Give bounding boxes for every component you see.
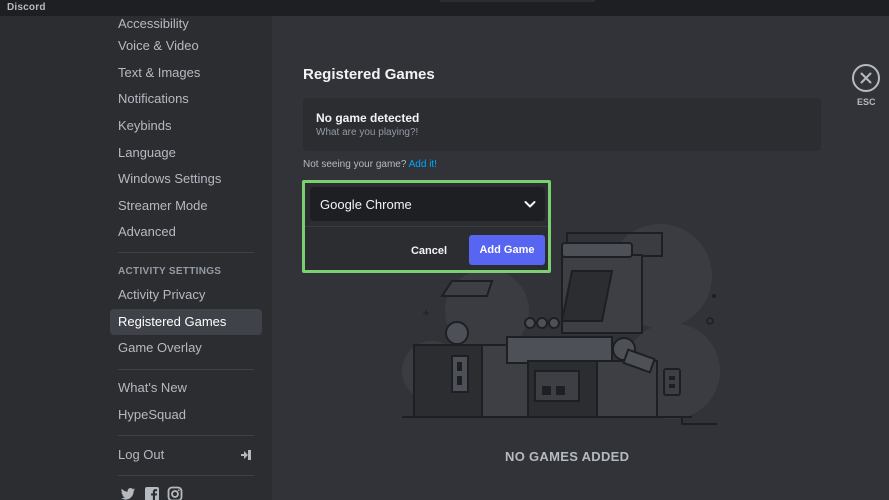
sidebar-separator (118, 369, 254, 370)
sidebar-item-notifications[interactable]: Notifications (110, 86, 262, 112)
logout-button[interactable]: Log Out (110, 442, 262, 468)
detect-title: No game detected (316, 111, 420, 125)
logout-label: Log Out (118, 447, 165, 462)
detect-subtitle: What are you playing?! (316, 127, 419, 138)
title-bar: Discord (0, 0, 889, 16)
empty-state-label: NO GAMES ADDED (505, 449, 630, 464)
sidebar-item-language[interactable]: Language (110, 140, 262, 166)
not-seeing-text: Not seeing your game? Add it! (303, 159, 437, 170)
sidebar-separator (118, 475, 254, 476)
not-seeing-label: Not seeing your game? (303, 159, 407, 170)
game-detection-box: No game detected What are you playing?! (303, 98, 821, 151)
twitter-icon[interactable] (120, 486, 136, 500)
sidebar-item-keybinds[interactable]: Keybinds (110, 113, 262, 139)
sidebar-item-registered-games[interactable]: Registered Games (110, 309, 262, 335)
logout-icon (241, 450, 251, 460)
svg-text:+: + (422, 308, 430, 319)
sidebar-item-activity-privacy[interactable]: Activity Privacy (110, 282, 262, 308)
sidebar-separator (118, 435, 254, 436)
page-title: Registered Games (303, 66, 435, 83)
add-it-link[interactable]: Add it! (409, 159, 437, 170)
instagram-icon[interactable] (167, 486, 183, 500)
sidebar-item-voice-video[interactable]: Voice & Video (110, 33, 262, 59)
facebook-icon[interactable] (144, 486, 160, 500)
sidebar-item-hypesquad[interactable]: HypeSquad (110, 402, 262, 428)
close-button[interactable] (852, 64, 880, 92)
sidebar-item-streamer-mode[interactable]: Streamer Mode (110, 193, 262, 219)
sidebar-item-text-images[interactable]: Text & Images (110, 60, 262, 86)
sidebar-item-whats-new[interactable]: What's New (110, 375, 262, 401)
app-name: Discord (7, 2, 46, 13)
drag-region (440, 0, 595, 2)
highlight-box (302, 180, 551, 273)
settings-content: Registered Games No game detected What a… (272, 16, 889, 500)
sidebar-separator (118, 252, 254, 253)
close-icon (860, 72, 872, 84)
sidebar-item-windows-settings[interactable]: Windows Settings (110, 166, 262, 192)
sidebar-item-game-overlay[interactable]: Game Overlay (110, 335, 262, 361)
sidebar-item-advanced[interactable]: Advanced (110, 219, 262, 245)
esc-label: ESC (857, 97, 876, 107)
activity-settings-header: ACTIVITY SETTINGS (118, 266, 222, 277)
settings-sidebar: Accessibility Voice & Video Text & Image… (0, 16, 272, 500)
